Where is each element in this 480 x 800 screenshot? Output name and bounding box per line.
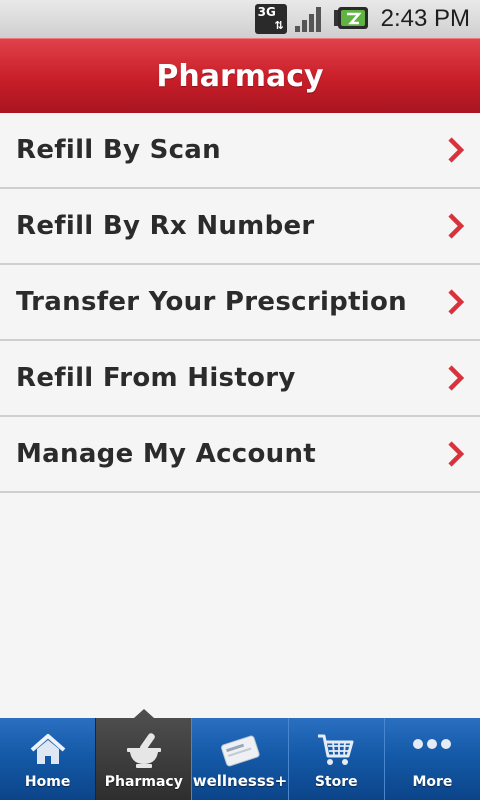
chevron-right-icon [448, 289, 465, 315]
chevron-right-icon [448, 441, 465, 467]
tab-label: Pharmacy [104, 774, 183, 790]
house-icon [30, 734, 65, 764]
menu-item-label: Refill By Scan [16, 135, 221, 165]
chevron-right-icon [448, 137, 465, 163]
data-arrows-icon: ⇅ [274, 19, 284, 32]
header-bar: Pharmacy [0, 38, 480, 113]
menu-item-refill-by-scan[interactable]: Refill By Scan [0, 113, 480, 189]
menu-item-label: Manage My Account [16, 439, 316, 469]
menu-item-refill-from-history[interactable]: Refill From History [0, 341, 480, 417]
menu-item-label: Refill By Rx Number [16, 211, 315, 241]
network-type-label: 3G [257, 5, 276, 19]
network-3g-icon: 3G ⇅ [254, 4, 287, 34]
status-bar: 3G ⇅ 2:43 PM [0, 0, 480, 38]
shopping-cart-icon [318, 734, 354, 765]
battery-charging-icon [333, 7, 368, 29]
tab-wellness[interactable]: wellnesss+ [191, 718, 287, 800]
tab-more[interactable]: More [383, 718, 480, 800]
tab-home[interactable]: Home [0, 718, 95, 800]
chevron-right-icon [448, 365, 465, 391]
menu-item-manage-account[interactable]: Manage My Account [0, 417, 480, 493]
status-time: 2:43 PM [380, 5, 470, 32]
active-tab-indicator [133, 709, 154, 718]
menu-item-label: Refill From History [16, 363, 296, 393]
menu-item-label: Transfer Your Prescription [16, 287, 407, 317]
pharmacy-menu: Refill By Scan Refill By Rx Number Trans… [0, 113, 480, 493]
tab-label: Store [314, 774, 358, 790]
more-dots-icon [413, 739, 452, 749]
chevron-right-icon [448, 213, 465, 239]
bottom-tab-bar: Home Pharmacy wellnesss+ Store More [0, 709, 480, 800]
tab-label: wellnesss+ [192, 772, 288, 790]
tab-store[interactable]: Store [287, 718, 384, 800]
mortar-pestle-icon [126, 733, 161, 768]
wellness-card-icon [221, 735, 260, 767]
tab-label: Home [24, 774, 71, 790]
tab-pharmacy[interactable]: Pharmacy [95, 709, 192, 800]
tab-label: More [412, 774, 453, 790]
menu-item-refill-by-rx-number[interactable]: Refill By Rx Number [0, 189, 480, 265]
signal-strength-icon [294, 7, 321, 32]
page-title: Pharmacy [156, 58, 324, 94]
menu-item-transfer-prescription[interactable]: Transfer Your Prescription [0, 265, 480, 341]
